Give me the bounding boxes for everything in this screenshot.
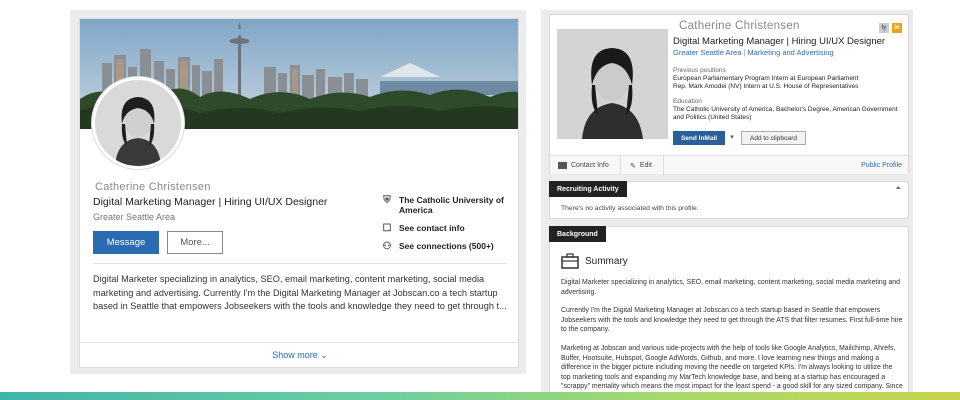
profile-toolbar: Contact Info ✎ Edit Public Profile [550, 155, 908, 175]
education-label: The Catholic University of America [399, 195, 504, 215]
summary-paragraph: Digital Marketer specializing in analyti… [561, 279, 900, 296]
linkedin-badge-icon: in [892, 23, 902, 33]
caret-down-icon[interactable]: ▾ [727, 131, 737, 145]
profile-badges: ly in [879, 23, 902, 33]
industry-link[interactable]: Marketing and Advertising [747, 48, 833, 57]
recruiter-profile-name: Catherine Christensen [679, 20, 800, 32]
contact-card-icon: ☐ [382, 223, 392, 234]
pencil-icon: ✎ [630, 162, 636, 170]
about-text: Digital Marketer specializing in analyti… [93, 274, 507, 311]
education-label: Education [673, 98, 702, 105]
contact-info-label: See contact info [399, 223, 465, 233]
recruiter-headline: Digital Marketing Manager | Hiring UI/UX… [673, 36, 886, 47]
profile-side-links: ⛨ The Catholic University of America ☐ S… [381, 195, 511, 259]
background-tab[interactable]: Background [549, 226, 606, 242]
divider [93, 263, 507, 264]
separator: | [743, 48, 746, 57]
summary-text: Digital Marketer specializing in analyti… [561, 278, 903, 400]
chevron-down-icon: ⌄ [320, 350, 328, 360]
previous-position-1: European Parliamentary Program Intern at… [673, 75, 859, 82]
education-text: The Catholic University of America, Bach… [673, 106, 898, 121]
summary-paragraph: Currently I'm the Digital Marketing Mana… [561, 307, 903, 334]
education-link[interactable]: ⛨ The Catholic University of America [381, 195, 511, 215]
briefcase-icon [561, 253, 579, 269]
divider [663, 156, 664, 175]
show-more-label: Show more [272, 350, 318, 360]
summary-header: Summary [561, 253, 628, 269]
recruiter-location-row: Greater Seattle Area | Marketing and Adver… [673, 48, 834, 57]
decorative-gradient-strip [0, 392, 960, 400]
background-section: Background Summary Digital Marketer spec… [549, 226, 909, 400]
public-profile-link[interactable]: Public Profile [861, 156, 902, 175]
previous-positions-label: Previous positions [673, 67, 726, 74]
edit-label: Edit [639, 162, 652, 169]
message-button[interactable]: Message [93, 231, 159, 254]
school-crest-icon: ⛨ [383, 195, 391, 206]
summary-title: Summary [585, 255, 628, 267]
connections-link[interactable]: ⚇ See connections (500+) [381, 241, 511, 252]
collapse-icon[interactable]: ⏶ [895, 185, 901, 193]
profile-headline: Digital Marketing Manager | Hiring UI/UX… [93, 196, 328, 208]
location-link[interactable]: Greater Seattle Area [673, 48, 741, 57]
connections-label: See connections (500+) [399, 241, 494, 251]
previous-position-2: Rep. Mark Amodei (NV) Intern at U.S. Hou… [673, 83, 859, 90]
show-more-button[interactable]: Show more ⌄ [80, 350, 518, 361]
send-inmail-button[interactable]: Send InMail [673, 131, 725, 145]
people-icon: ⚇ [382, 241, 392, 252]
profile-name: Catherine Christensen [95, 181, 211, 193]
contact-info-button[interactable]: Contact Info [558, 156, 609, 175]
more-button[interactable]: More... [167, 231, 223, 254]
recruiter-profile-card: Catherine Christensen ly in Digital Mark… [549, 14, 909, 175]
recruiting-activity-section: Recruiting Activity ⏶ There's no activit… [549, 181, 909, 219]
edit-button[interactable]: ✎ Edit [630, 156, 652, 175]
folder-icon [558, 162, 567, 169]
premium-badge-icon: ly [879, 23, 889, 33]
recruiting-activity-tab[interactable]: Recruiting Activity [549, 181, 627, 197]
contact-info-label: Contact Info [571, 162, 609, 169]
contact-info-link[interactable]: ☐ See contact info [381, 223, 511, 234]
profile-photo[interactable] [92, 77, 184, 169]
activity-empty-text: There's no activity associated with this… [561, 205, 699, 212]
linkedin-profile-card: Catherine Christensen Digital Marketing … [79, 18, 519, 368]
profile-location: Greater Seattle Area [93, 212, 176, 222]
add-to-clipboard-button[interactable]: Add to clipboard [741, 131, 806, 145]
divider [80, 342, 518, 343]
recruiter-profile-photo [557, 29, 668, 139]
divider [620, 156, 621, 175]
